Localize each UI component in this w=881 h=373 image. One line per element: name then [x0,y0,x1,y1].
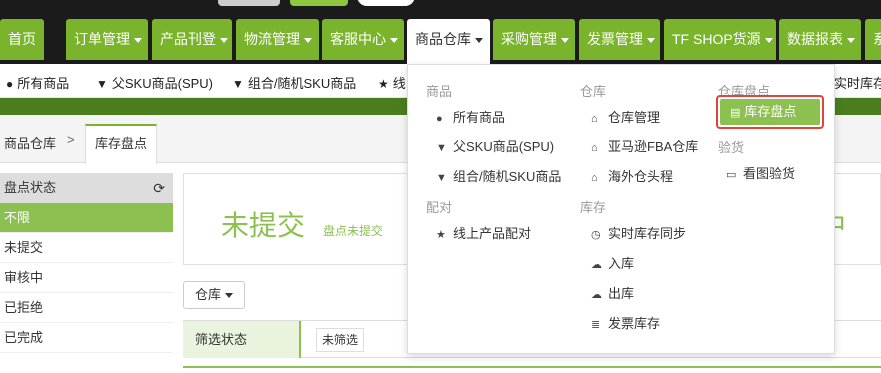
chevron-down-icon [561,37,569,43]
menu-head-goods: 商品 [426,84,453,99]
menu-item-fba-warehouse[interactable]: ⌂ 亚马逊FBA仓库 [591,136,698,155]
nav-item-reports[interactable]: 数据报表 [779,19,861,60]
panel-title: 盘点状态 [4,180,57,195]
filter-icon: ▼ [96,77,108,91]
menu-item-inventory-count[interactable]: ▤ 库存盘点 [720,99,820,125]
status-item-all[interactable]: 不限 [0,203,173,233]
table-header-line [183,366,881,368]
chevron-down-icon [764,37,773,43]
filter-icon: ▼ [436,142,447,154]
menu-head-match: 配对 [426,200,453,215]
nav-item-tfshop[interactable]: TF SHOP货源 [664,19,776,60]
status-item-unsubmitted[interactable]: 未提交 [0,233,173,263]
menu-item-spu[interactable]: ▼ 父SKU商品(SPU) [436,136,554,155]
cloud-download-icon: ☁ [591,289,602,301]
nav-item-service[interactable]: 客服中心 [322,19,404,60]
nav-item-listing[interactable]: 产品刊登 [152,19,232,60]
status-filter-panel: 盘点状态 ⟳ 不限 未提交 审核中 已拒绝 已完成 [0,173,173,373]
monitor-icon: ▭ [726,169,737,181]
subnav-item-all-goods[interactable]: ● 所有商品 [6,73,69,92]
menu-item-realtime-sync[interactable]: ◷ 实时库存同步 [591,223,686,242]
status-big-label: 未提交 [221,210,306,241]
chevron-down-icon [225,293,233,299]
tab-inventory-count[interactable]: 库存盘点 [85,124,157,164]
table-icon: ▤ [730,107,741,119]
breadcrumb-separator: > [67,132,75,147]
chevron-down-icon [647,37,655,43]
subnav-item-online[interactable]: ★ 线 [378,73,406,92]
menu-item-invoice-stock[interactable]: ≣ 发票库存 [591,313,660,332]
nav-item-system[interactable]: 系 [865,19,881,60]
nav-item-logistics[interactable]: 物流管理 [236,19,319,60]
top-pill-3[interactable] [357,0,415,6]
list-icon: ≣ [591,319,601,331]
nav-item-warehouse[interactable]: 商品仓库 [407,19,490,64]
clock-icon: ◷ [591,229,601,241]
status-small-label: 盘点未提交 [323,224,384,238]
filter-icon: ▼ [436,172,447,184]
menu-item-overseas-first-leg[interactable]: ⌂ 海外仓头程 [591,166,673,185]
warehouse-dropdown-button[interactable]: 仓库 [183,281,245,309]
subnav-item-realtime[interactable]: 实时库存 [834,73,881,92]
top-pill-2[interactable] [290,0,348,6]
filter-value-chip[interactable]: 未筛选 [316,328,365,352]
chevron-down-icon [475,37,483,43]
home-icon: ⌂ [591,142,598,154]
star-icon: ★ [378,77,389,91]
breadcrumb-root[interactable]: 商品仓库 [4,133,56,152]
warehouse-mega-menu: 商品 ● 所有商品 ▼ 父SKU商品(SPU) ▼ 组合/随机SKU商品 配对 ★ 线上… [407,64,835,354]
chevron-down-icon [220,37,228,43]
nav-item-invoice[interactable]: 发票管理 [579,19,660,60]
subnav-item-combo[interactable]: ▼ 组合/随机SKU商品 [232,73,356,92]
chevron-down-icon [390,37,398,43]
nav-item-home[interactable]: 首页 [0,19,44,60]
menu-item-combo[interactable]: ▼ 组合/随机SKU商品 [436,166,561,185]
star-icon: ★ [436,229,446,241]
menu-item-stock-out[interactable]: ☁ 出库 [591,283,634,302]
top-bar [0,0,881,17]
nav-item-orders[interactable]: 订单管理 [66,19,148,60]
status-item-completed[interactable]: 已完成 [0,323,173,353]
filter-icon: ▼ [232,77,244,91]
cloud-upload-icon: ☁ [591,259,602,271]
main-nav: 首页 订单管理 产品刊登 物流管理 客服中心 商品仓库 采购管理 发票管理 TF… [0,17,881,64]
panel-header: 盘点状态 ⟳ [0,173,173,203]
refresh-icon[interactable]: ⟳ [153,173,165,203]
circle-icon: ● [6,77,14,91]
menu-item-stock-in[interactable]: ☁ 入库 [591,253,634,272]
chevron-down-icon [134,37,142,43]
menu-item-image-inspection[interactable]: ▭ 看图验货 [726,163,795,182]
chevron-down-icon [304,37,312,43]
chevron-down-icon [847,37,855,43]
top-pill-1[interactable] [218,0,280,6]
circle-icon: ● [436,113,443,125]
home-icon: ⌂ [591,172,598,184]
status-item-reviewing[interactable]: 审核中 [0,263,173,293]
menu-item-online-match[interactable]: ★ 线上产品配对 [436,223,531,242]
home-icon: ⌂ [591,113,598,125]
status-item-rejected[interactable]: 已拒绝 [0,293,173,323]
filter-label: 筛选状态 [183,321,301,358]
menu-head-inspection: 验货 [718,140,745,155]
subnav-item-spu[interactable]: ▼ 父SKU商品(SPU) [96,73,213,92]
nav-item-purchase[interactable]: 采购管理 [493,19,575,60]
menu-head-warehouse: 仓库 [580,84,607,99]
highlight-box: ▤ 库存盘点 [716,95,824,129]
menu-head-stock: 库存 [580,200,607,215]
menu-item-warehouse-mgmt[interactable]: ⌂ 仓库管理 [591,107,660,126]
menu-item-all-goods[interactable]: ● 所有商品 [436,107,505,126]
